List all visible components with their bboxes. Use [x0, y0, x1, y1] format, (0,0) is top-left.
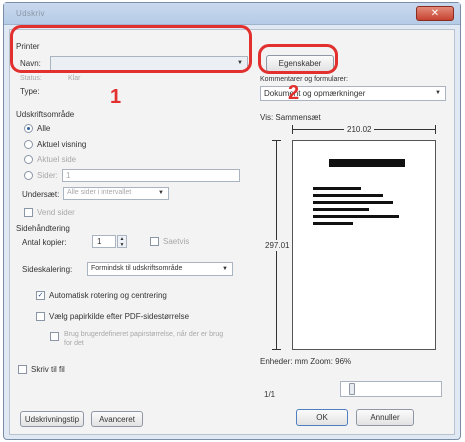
range-group-label: Udskriftsområde	[16, 110, 75, 119]
subset-value: Alle sider i intervallet	[67, 189, 132, 196]
scaling-dropdown[interactable]: Formindsk til udskriftsområde ▼	[87, 262, 233, 276]
collate-label: Saetvis	[163, 237, 190, 246]
radio-current-view[interactable]	[24, 140, 33, 149]
radio-all[interactable]	[24, 124, 33, 133]
width-dimension: 210.02	[344, 125, 375, 134]
scaling-label: Sideskalering:	[22, 265, 73, 274]
dialog-body: Printer Navn: ▼ Status: Klar Type: Egens…	[9, 29, 455, 435]
copies-label: Antal kopier:	[22, 238, 67, 247]
chevron-down-icon: ▼	[435, 90, 441, 96]
print-to-file-label: Skriv til fil	[31, 365, 65, 374]
slider-handle[interactable]	[349, 383, 355, 395]
radio-all-label: Alle	[37, 124, 51, 133]
subset-dropdown[interactable]: Alle sider i intervallet ▼	[63, 187, 169, 200]
custom-paper-label: Brug brugerdefineret papirstørrelse, når…	[64, 331, 224, 347]
annotation-box-properties	[258, 44, 338, 74]
choose-paper-checkbox[interactable]	[36, 312, 45, 321]
annotation-box-printer	[10, 25, 252, 73]
chevron-down-icon: ▼	[222, 266, 228, 272]
handling-group-label: Sidehåndtering	[16, 224, 70, 233]
subset-label: Undersæt:	[22, 190, 60, 199]
auto-rotate-checkbox[interactable]: ✓	[36, 291, 45, 300]
units-zoom-label: Enheder: mm Zoom: 96%	[260, 357, 352, 366]
page-counter: 1/1	[264, 390, 276, 399]
print-to-file-checkbox[interactable]	[18, 365, 27, 374]
annotation-label-2: 2	[288, 82, 300, 104]
radio-current-page[interactable]	[24, 155, 33, 164]
pages-input-value: 1	[66, 171, 71, 180]
ok-button[interactable]: OK	[296, 409, 348, 426]
window-title: Udskriv	[16, 9, 45, 18]
scaling-value: Formindsk til udskriftsområde	[91, 265, 183, 272]
radio-current-page-label: Aktuel side	[37, 155, 77, 164]
printer-type-label: Type:	[20, 87, 40, 96]
copies-value: 1	[97, 237, 102, 246]
reverse-pages-label: Vend sider	[37, 208, 75, 217]
print-tips-button[interactable]: Udskrivningstip	[20, 411, 84, 427]
close-button[interactable]: ✕	[416, 6, 454, 21]
preview-zoom-label: Vis: Sammensæt	[260, 113, 321, 122]
page-slider[interactable]	[340, 381, 442, 397]
auto-rotate-label: Automatisk rotering og centrering	[49, 291, 167, 300]
annotation-label-1: 1	[110, 86, 122, 108]
chevron-down-icon: ▼	[158, 190, 164, 196]
printer-status-value: Klar	[68, 75, 81, 82]
radio-pages-label: Sider:	[37, 171, 58, 180]
advanced-button[interactable]: Avanceret	[91, 411, 143, 427]
printer-status-label: Status:	[20, 75, 42, 82]
pages-input[interactable]: 1	[62, 169, 240, 182]
comments-label: Kommentarer og formularer:	[260, 76, 348, 83]
radio-pages[interactable]	[24, 171, 33, 180]
collate-checkbox[interactable]	[150, 237, 159, 246]
radio-current-view-label: Aktuel visning	[37, 140, 87, 149]
copies-input[interactable]: 1	[92, 235, 116, 248]
comments-value: Dokument og opmærkninger	[264, 89, 366, 98]
page-preview	[292, 140, 436, 350]
choose-paper-label: Vælg papirkilde efter PDF-sidestørrelse	[49, 312, 190, 321]
reverse-pages-checkbox[interactable]	[24, 208, 33, 217]
height-dimension: 297.01	[265, 240, 290, 251]
title-bar: Udskriv ✕	[4, 3, 460, 25]
copies-spinner[interactable]: ▲ ▼	[117, 235, 127, 248]
cancel-button[interactable]: Annuller	[356, 409, 414, 426]
custom-paper-checkbox[interactable]	[50, 332, 59, 341]
